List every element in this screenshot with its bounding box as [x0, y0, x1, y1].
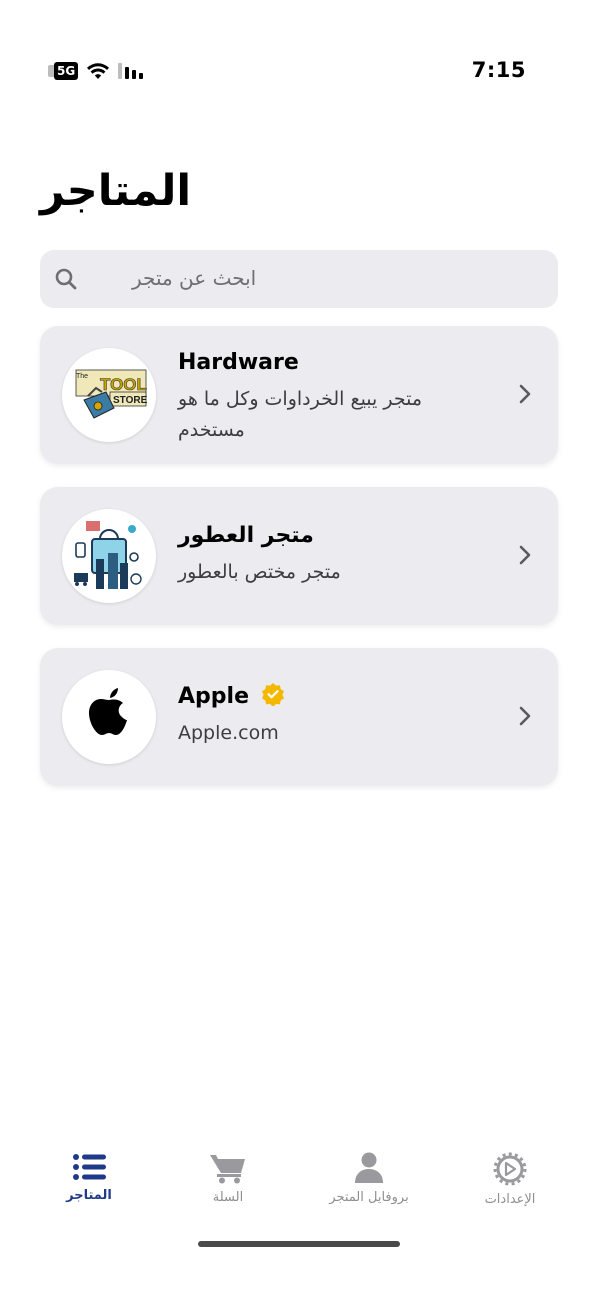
tab-label: بروفايل المتجر: [329, 1190, 409, 1205]
search-icon: [55, 268, 77, 290]
chevron-right-icon: [519, 706, 531, 726]
tab-label: الإعدادات: [484, 1192, 536, 1207]
tab-cart[interactable]: السلة: [163, 1152, 293, 1205]
cellular-badge-icon: 5G: [48, 62, 79, 80]
tab-stores[interactable]: المتاجر: [24, 1152, 154, 1203]
store-card-apple[interactable]: Apple Apple.com: [40, 648, 558, 786]
page-title: المتاجر: [40, 166, 192, 216]
store-card-hardware[interactable]: The TOOL STORE Hardware متجر يبيع الخردا…: [40, 326, 558, 464]
verified-badge-icon: [261, 683, 284, 706]
status-bar: 5G 7:15: [0, 56, 598, 88]
search-placeholder: ابحث عن متجر: [132, 266, 257, 290]
status-icons: 5G: [48, 62, 146, 80]
store-name: Hardware: [178, 350, 299, 375]
store-description: متجر مختص بالعطور: [178, 561, 341, 583]
store-name-row: Apple: [178, 682, 498, 712]
home-indicator: [198, 1241, 400, 1247]
tab-settings[interactable]: الإعدادات: [445, 1152, 575, 1207]
cart-icon: [210, 1155, 245, 1184]
chevron-right-icon: [519, 384, 531, 404]
store-logo-perfumes: [62, 509, 156, 603]
chevron-right-icon: [519, 545, 531, 565]
list-icon: [73, 1154, 106, 1180]
stores-screen: 5G 7:15 المتاجر ابحث عن متجر The TOOL ST…: [0, 0, 598, 1300]
store-description: متجر يبيع الخرداوات وكل ما هو مستخدم: [178, 388, 423, 441]
svg-text:TOOL: TOOL: [100, 375, 147, 394]
wifi-icon: [87, 63, 110, 79]
store-logo-hardware: The TOOL STORE: [62, 348, 156, 442]
store-logo-apple: [62, 670, 156, 764]
tab-store-profile[interactable]: بروفايل المتجر: [304, 1152, 434, 1205]
store-name: متجر العطور: [178, 523, 314, 548]
apple-logo-icon: [89, 688, 127, 735]
store-description: Apple.com: [178, 722, 279, 744]
search-field[interactable]: ابحث عن متجر: [40, 250, 558, 308]
store-name: Apple: [178, 684, 249, 709]
gear-icon: [493, 1152, 527, 1186]
signal-bars-icon: [118, 63, 144, 79]
tab-bar: المتاجر السلة بروفايل المتجر الإعدادات: [0, 1152, 598, 1222]
svg-text:The: The: [76, 373, 88, 380]
store-card-perfumes[interactable]: متجر العطور متجر مختص بالعطور: [40, 487, 558, 625]
tab-label: السلة: [212, 1190, 244, 1205]
tab-label: المتاجر: [66, 1188, 112, 1203]
svg-text:STORE: STORE: [113, 395, 148, 406]
status-time: 7:15: [471, 58, 526, 82]
person-icon: [355, 1152, 383, 1183]
network-badge-label: 5G: [54, 62, 79, 80]
